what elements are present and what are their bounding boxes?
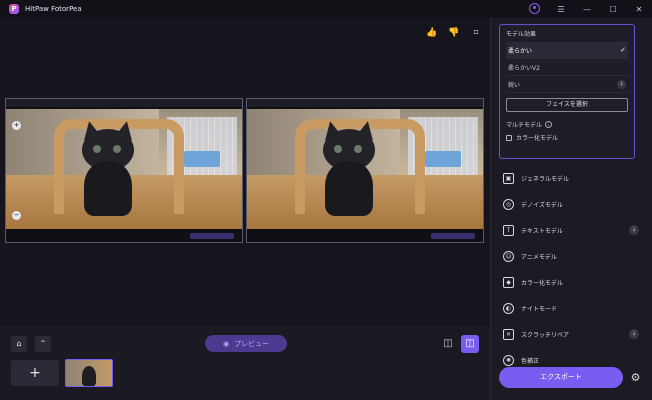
preview-toolbar: 👍 👎 ⌗ [426, 28, 482, 38]
night-mode-icon: ◐ [503, 302, 514, 314]
app-title: HitPaw FotorPea [25, 5, 82, 13]
result-pane-header [247, 99, 483, 107]
zoom-in-icon[interactable]: + [12, 121, 21, 130]
info-icon[interactable]: i [545, 121, 553, 128]
option-sharp[interactable]: 鋭い ↓ [506, 76, 628, 93]
app-logo: P [9, 4, 19, 14]
colorize-model-icon: ◆ [503, 276, 514, 288]
model-effect-title: モデル効果 [506, 31, 537, 38]
original-image [6, 109, 242, 229]
option-soft-v2[interactable]: 柔らかいV2 [506, 59, 628, 76]
denoise-model-icon: ◎ [503, 198, 514, 210]
download-icon[interactable]: ↓ [617, 79, 626, 89]
model-denoise[interactable]: ◎ デノイズモデル [491, 191, 652, 217]
add-image-button[interactable]: + [11, 360, 59, 386]
text-model-icon: T [503, 224, 514, 236]
check-icon: ✓ [620, 46, 626, 54]
zoom-out-icon[interactable]: − [12, 211, 21, 220]
model-night[interactable]: ◐ ナイトモード [491, 295, 652, 321]
download-icon[interactable]: ↓ [629, 329, 639, 339]
original-pane-header [6, 99, 242, 107]
thumbs-down-icon[interactable]: 👎 [448, 28, 460, 38]
model-sidebar: モデル効果 柔らかい ✓ 柔らかいV2 鋭い ↓ フェイスを選択 マルチモデル … [490, 18, 652, 400]
window-controls: ☰ — ☐ ✕ [548, 0, 652, 18]
menu-icon[interactable]: ☰ [548, 5, 574, 14]
color-correction-icon: ✺ [503, 354, 514, 366]
preview-button[interactable]: ◉ プレビュー [205, 335, 287, 352]
general-model-icon: ▣ [503, 172, 514, 184]
maximize-button[interactable]: ☐ [600, 5, 626, 14]
model-anime[interactable]: ☺ アニメモデル [491, 243, 652, 269]
compare-view-button[interactable]: ◫ [461, 335, 479, 353]
option-soft[interactable]: 柔らかい ✓ [506, 42, 628, 59]
thumbs-up-icon[interactable]: 👍 [426, 28, 438, 38]
scratch-repair-icon: ✕ [503, 328, 514, 340]
gear-icon[interactable]: ⚙ [629, 371, 642, 384]
close-button[interactable]: ✕ [626, 5, 652, 14]
crop-icon[interactable]: ⌗ [470, 28, 482, 38]
home-button[interactable]: ⌂ [11, 336, 27, 352]
original-pane[interactable]: + − [5, 98, 243, 243]
anime-model-icon: ☺ [503, 250, 514, 262]
image-thumbnail[interactable] [65, 359, 113, 387]
select-face-button[interactable]: フェイスを選択 [506, 98, 628, 112]
collapse-button[interactable]: ⌃ [35, 336, 51, 352]
result-pane-button[interactable] [431, 233, 475, 239]
colorize-checkbox-row[interactable]: カラー化モデル [506, 133, 628, 142]
original-pane-button[interactable] [190, 233, 234, 239]
model-colorize[interactable]: ◆ カラー化モデル [491, 269, 652, 295]
model-text[interactable]: T テキストモデル ↓ [491, 217, 652, 243]
account-icon[interactable] [529, 3, 540, 14]
bottom-bar: ⌂ ⌃ ◉ プレビュー ◫ ◫ + [0, 326, 490, 400]
result-pane[interactable] [246, 98, 484, 243]
preview-label: プレビュー [234, 339, 270, 348]
model-list: ▣ ジェネラルモデル ◎ デノイズモデル T テキストモデル ↓ ☺ アニメモデ… [491, 165, 652, 373]
result-image [247, 109, 483, 229]
download-icon[interactable]: ↓ [629, 225, 639, 235]
preview-area: 👍 👎 ⌗ + − [0, 18, 490, 326]
eye-icon: ◉ [222, 339, 230, 348]
model-general[interactable]: ▣ ジェネラルモデル [491, 165, 652, 191]
colorize-checkbox[interactable] [506, 134, 512, 141]
multi-model-label: マルチモデル i [506, 120, 628, 129]
export-button[interactable]: エクスポート [499, 367, 623, 388]
minimize-button[interactable]: — [574, 5, 600, 14]
title-bar: P HitPaw FotorPea ☰ — ☐ ✕ [0, 0, 652, 18]
model-effect-card: モデル効果 柔らかい ✓ 柔らかいV2 鋭い ↓ フェイスを選択 マルチモデル … [499, 24, 635, 159]
single-view-button[interactable]: ◫ [440, 336, 456, 352]
model-scratch-repair[interactable]: ✕ スクラッチリペア ↓ [491, 321, 652, 347]
